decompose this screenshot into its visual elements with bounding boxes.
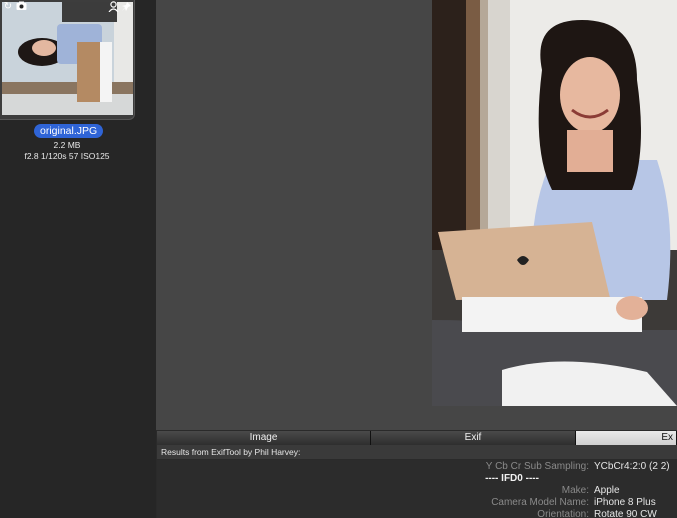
file-size: 2.2 MB	[53, 140, 81, 150]
exif-section-label: ---- IFD0 ----	[485, 473, 539, 484]
file-name-badge[interactable]: original.JPG	[34, 124, 104, 138]
thumbnail-photo-rotated	[2, 2, 133, 115]
exif-value: YCbCr4:2:0 (2 2)	[594, 461, 670, 472]
exif-value: Rotate 90 CW	[594, 509, 657, 518]
exif-results-panel[interactable]: Y Cb Cr Sub Sampling: YCbCr4:2:0 (2 2) -…	[157, 460, 677, 518]
exif-row: Camera Model Name: iPhone 8 Plus	[157, 497, 677, 509]
rotate-icon[interactable]: ↻	[2, 1, 14, 13]
exif-row: Make: Apple	[157, 485, 677, 497]
thumbnail-card[interactable]: ↻	[0, 0, 135, 120]
main-photo[interactable]	[432, 0, 677, 406]
thumbnail-image[interactable]	[2, 2, 133, 115]
exif-key: Y Cb Cr Sub Sampling:	[485, 461, 589, 472]
exif-section-row: ---- IFD0 ----	[157, 473, 677, 485]
tab-extra[interactable]: Ex	[576, 431, 677, 445]
exif-row: Y Cb Cr Sub Sampling: YCbCr4:2:0 (2 2)	[157, 461, 677, 473]
exposure-info: f2.8 1/120s 57 ISO125	[24, 151, 110, 161]
exif-value: Apple	[594, 485, 620, 496]
sidebar: ↻ original.JPG 2.2 MB f2.8 1/120s 57 ISO…	[0, 0, 156, 518]
tab-exif[interactable]: Exif	[371, 431, 576, 445]
camera-icon[interactable]	[15, 1, 27, 13]
exif-row: Orientation: Rotate 90 CW	[157, 509, 677, 518]
person-icon[interactable]	[107, 1, 119, 13]
pin-icon[interactable]	[120, 1, 132, 13]
tab-image[interactable]: Image	[157, 431, 371, 445]
photo-content	[432, 0, 677, 406]
results-header: Results from ExifTool by Phil Harvey:	[157, 445, 677, 460]
tab-bar: Image Exif Ex	[157, 431, 677, 445]
exif-value: iPhone 8 Plus	[594, 497, 656, 508]
exif-key: Camera Model Name:	[491, 497, 589, 508]
exif-key: Make:	[561, 485, 589, 496]
exif-key: Orientation:	[537, 509, 589, 518]
